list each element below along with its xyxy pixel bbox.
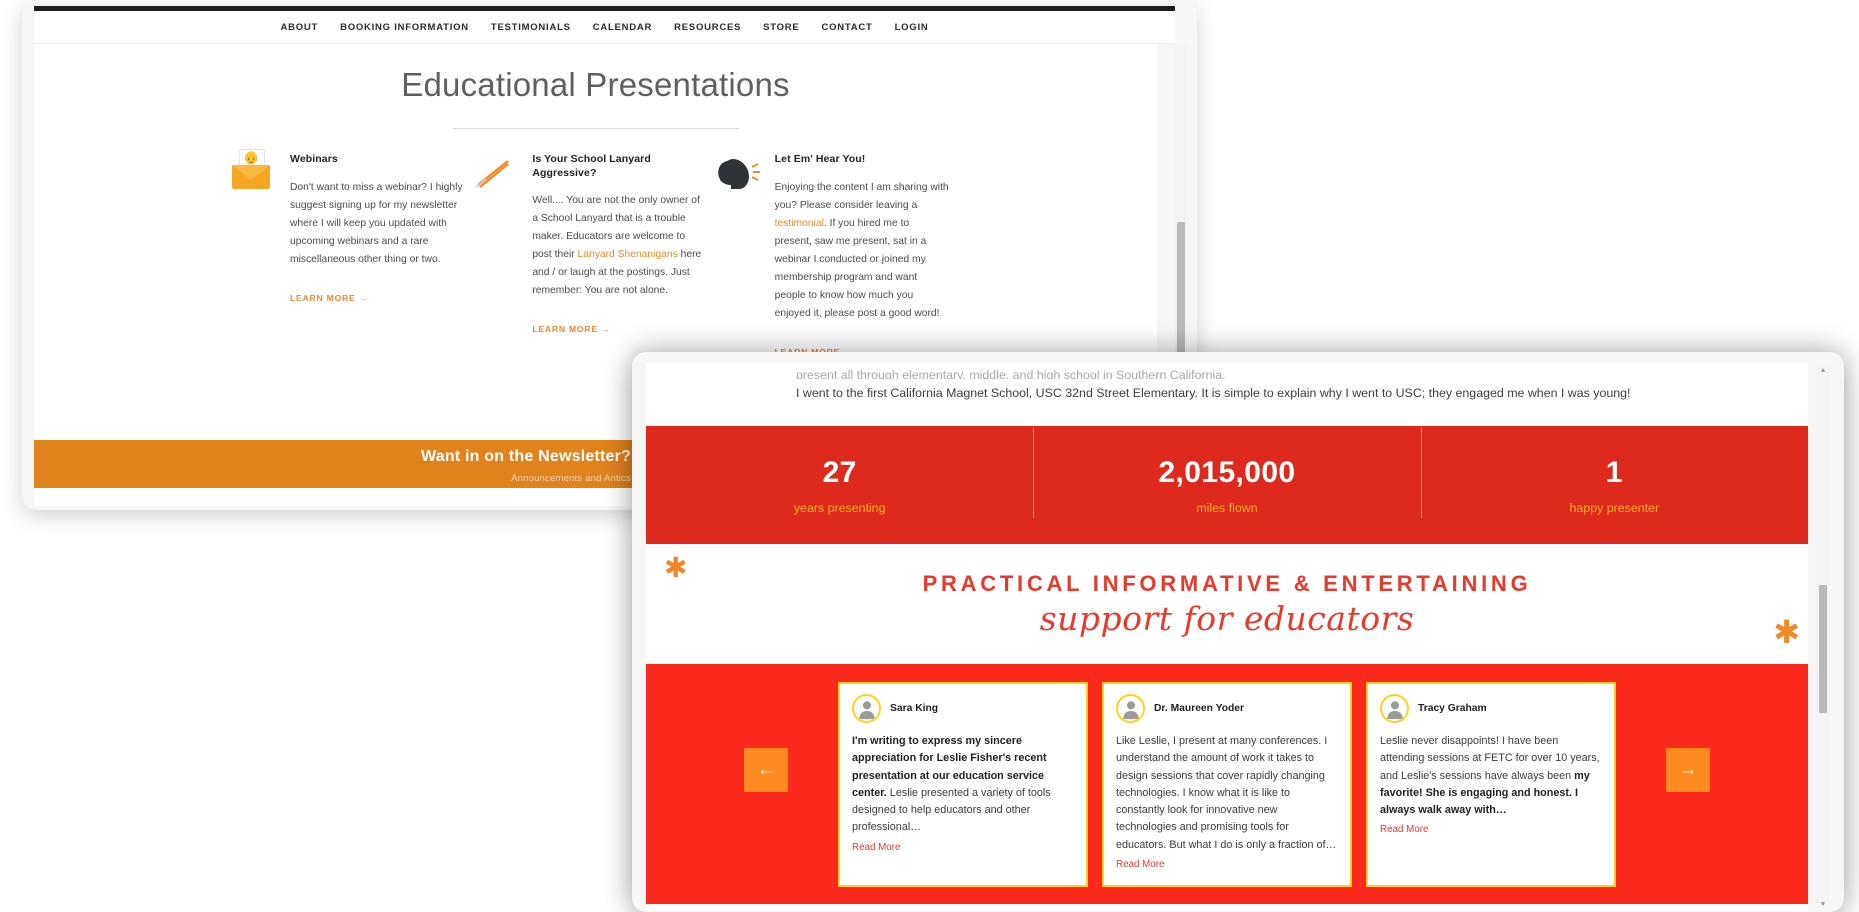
learn-more-label: LEARN MORE bbox=[290, 292, 356, 303]
nav-item-testimonials[interactable]: TESTIMONIALS bbox=[491, 22, 571, 33]
feature-column-text: Is Your School Lanyard Aggressive? Well.… bbox=[532, 153, 706, 360]
feature-column-text: Let Em' Hear You! Enjoying the content I… bbox=[775, 153, 949, 360]
newsletter-title: Want in on the Newsletter? bbox=[421, 448, 631, 465]
testimonial-author: Dr. Maureen Yoder bbox=[1154, 703, 1245, 715]
read-more-link[interactable]: Read More bbox=[1380, 824, 1428, 835]
arrow-right-icon: → bbox=[358, 292, 369, 303]
screenshot-stage: ABOUT BOOKING INFORMATION TESTIMONIALS C… bbox=[0, 0, 1859, 912]
user-avatar-icon bbox=[1116, 694, 1145, 724]
nav-item-calendar[interactable]: CALENDAR bbox=[593, 22, 652, 33]
user-avatar-icon bbox=[1380, 694, 1409, 724]
newsletter-subtitle: Announcements and Antics bbox=[511, 473, 631, 484]
site-main-nav[interactable]: ABOUT BOOKING INFORMATION TESTIMONIALS C… bbox=[34, 11, 1175, 43]
testimonial-card[interactable]: Tracy Graham Leslie never disappoints! I… bbox=[1366, 682, 1616, 888]
testimonial-link[interactable]: testimonial bbox=[775, 218, 824, 229]
feature-heading: Is Your School Lanyard Aggressive? bbox=[532, 153, 651, 179]
scroll-up-icon[interactable]: ▲ bbox=[1816, 363, 1830, 377]
testimonial-author: Sara King bbox=[890, 703, 939, 715]
speaking-head-icon-svg bbox=[717, 159, 760, 189]
feature-body-after: . If you hired me to present, saw me pre… bbox=[774, 217, 940, 319]
tagline-line-2: support for educators bbox=[1039, 598, 1415, 638]
carousel-prev-button[interactable]: ← bbox=[744, 748, 788, 793]
pencil-icon bbox=[474, 153, 532, 360]
user-avatar-icon bbox=[852, 694, 881, 724]
testimonial-card-header: Sara King bbox=[852, 694, 1074, 724]
title-underline bbox=[452, 128, 739, 129]
learn-more-link-webinars[interactable]: LEARN MORE → bbox=[290, 293, 368, 303]
feature-heading: Let Em' Hear You! bbox=[774, 153, 866, 165]
tagline-band: ✱ PRACTICAL INFORMATIVE & ENTERTAINING s… bbox=[646, 544, 1808, 665]
front-window-scrollbar[interactable]: ▲ ▼ bbox=[1816, 363, 1830, 911]
tagline-line-1: PRACTICAL INFORMATIVE & ENTERTAINING bbox=[922, 570, 1532, 596]
feature-body-before: Don't want to miss a webinar? I highly s… bbox=[290, 181, 463, 265]
stat-label: happy presenter bbox=[1569, 500, 1660, 515]
learn-more-label: LEARN MORE bbox=[532, 324, 598, 335]
testimonial-card[interactable]: Sara King I'm writing to express my sinc… bbox=[838, 682, 1088, 888]
starburst-icon: ✱ bbox=[1773, 614, 1800, 651]
scroll-down-icon[interactable]: ▼ bbox=[1816, 897, 1830, 911]
stat-happy-presenter: 1 happy presenter bbox=[1420, 427, 1808, 518]
feature-column-testimonial: Let Em' Hear You! Enjoying the content I… bbox=[717, 153, 959, 360]
avatar-silhouette-icon bbox=[1122, 700, 1139, 719]
testimonials-carousel: ← → Sara King I'm writing to express my … bbox=[646, 664, 1808, 905]
nav-item-booking-information[interactable]: BOOKING INFORMATION bbox=[340, 22, 469, 33]
front-window-scrollbar-thumb[interactable] bbox=[1819, 585, 1827, 713]
stat-years-presenting: 27 years presenting bbox=[646, 456, 1033, 515]
envelope-icon: 👴 bbox=[232, 149, 290, 360]
testimonial-author: Tracy Graham bbox=[1418, 703, 1487, 715]
page-title: Educational Presentations bbox=[401, 66, 790, 103]
feature-column-webinars: 👴 Webinars Don't want to miss a webinar?… bbox=[232, 149, 474, 360]
testimonial-text-rest: Like Leslie, I present at many conferenc… bbox=[1116, 735, 1337, 851]
testimonial-text: I'm writing to express my sincere apprec… bbox=[852, 733, 1074, 837]
stats-band: 27 years presenting 2,015,000 miles flow… bbox=[646, 426, 1808, 545]
feature-heading: Webinars bbox=[290, 153, 338, 165]
nav-item-login[interactable]: LOGIN bbox=[895, 22, 929, 33]
avatar-silhouette-icon bbox=[858, 700, 875, 719]
nav-item-about[interactable]: ABOUT bbox=[281, 22, 319, 33]
stat-value: 1 bbox=[1605, 455, 1623, 489]
feature-column-lanyard: Is Your School Lanyard Aggressive? Well.… bbox=[474, 153, 716, 360]
feature-body: Well.... You are not the only owner of a… bbox=[532, 192, 706, 300]
read-more-link[interactable]: Read More bbox=[1116, 859, 1164, 870]
feature-column-text: Webinars Don't want to miss a webinar? I… bbox=[290, 153, 464, 360]
stat-value: 27 bbox=[822, 455, 857, 489]
carousel-next-button[interactable]: → bbox=[1666, 748, 1710, 793]
feature-body: Enjoying the content I am sharing with y… bbox=[775, 179, 949, 323]
starburst-icon: ✱ bbox=[664, 552, 688, 584]
nav-item-store[interactable]: STORE bbox=[763, 22, 799, 33]
feature-body-before: Enjoying the content I am sharing with y… bbox=[774, 181, 949, 211]
feature-columns: 👴 Webinars Don't want to miss a webinar?… bbox=[34, 149, 1157, 360]
testimonial-text: Leslie never disappoints! I have been at… bbox=[1380, 733, 1602, 819]
arrow-right-icon: → bbox=[601, 324, 611, 335]
nav-item-contact[interactable]: CONTACT bbox=[822, 22, 873, 33]
nav-item-resources[interactable]: RESOURCES bbox=[674, 22, 741, 33]
front-page-body: present all through elementary, middle, … bbox=[646, 363, 1808, 911]
intro-paragraph: I went to the first California Magnet Sc… bbox=[796, 386, 1631, 400]
intro-text-block: present all through elementary, middle, … bbox=[646, 363, 1808, 404]
pencil-icon-svg bbox=[475, 160, 510, 188]
stat-miles-flown: 2,015,000 miles flown bbox=[1033, 427, 1420, 518]
testimonial-card-header: Dr. Maureen Yoder bbox=[1116, 694, 1338, 724]
feature-body: Don't want to miss a webinar? I highly s… bbox=[290, 179, 464, 269]
arrow-right-icon: → bbox=[1678, 759, 1698, 781]
testimonial-card[interactable]: Dr. Maureen Yoder Like Leslie, I present… bbox=[1102, 682, 1352, 888]
avatar-silhouette-icon bbox=[1386, 700, 1403, 719]
learn-more-link-lanyard[interactable]: LEARN MORE → bbox=[532, 324, 610, 334]
intro-clipped-line: present all through elementary, middle, … bbox=[796, 369, 1226, 379]
stat-label: years presenting bbox=[793, 500, 886, 515]
lanyard-shenanigans-link[interactable]: Lanyard Shenanigans bbox=[578, 249, 678, 260]
testimonial-card-row: Sara King I'm writing to express my sinc… bbox=[646, 682, 1808, 888]
stat-value: 2,015,000 bbox=[1158, 455, 1296, 489]
front-browser-window[interactable]: present all through elementary, middle, … bbox=[632, 352, 1844, 912]
stat-label: miles flown bbox=[1196, 500, 1258, 515]
testimonial-text-rest: Leslie never disappoints! I have been at… bbox=[1380, 735, 1600, 782]
speaking-head-icon bbox=[717, 153, 775, 360]
testimonial-text: Like Leslie, I present at many conferenc… bbox=[1116, 733, 1338, 854]
testimonial-card-header: Tracy Graham bbox=[1380, 694, 1602, 724]
arrow-left-icon: ← bbox=[756, 759, 776, 781]
read-more-link[interactable]: Read More bbox=[852, 842, 900, 853]
